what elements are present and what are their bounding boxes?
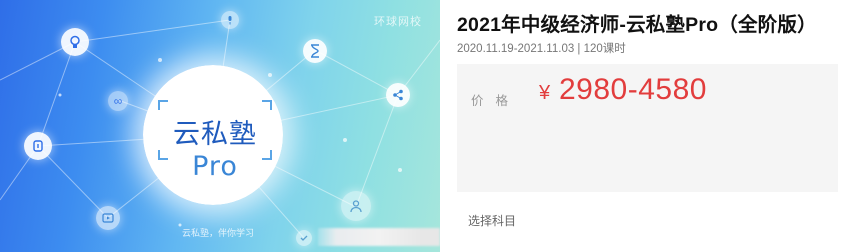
logo-main: 云私塾 <box>173 119 257 150</box>
course-meta: 2020.11.19-2021.11.03 | 120课时 <box>457 43 626 55</box>
logo-bracket-tr <box>262 100 272 110</box>
infinity-icon: ∞ <box>108 91 128 111</box>
hourglass-icon <box>303 39 327 63</box>
price-currency: ¥ <box>539 82 551 104</box>
fingerprint-icon <box>24 132 52 160</box>
banner-watermark: 环球网校 <box>374 16 422 28</box>
logo-tagline: 云私塾，伴你学习 <box>181 228 254 238</box>
select-subject-link[interactable]: 选择科目 <box>468 212 516 229</box>
course-title: 2021年中级经济师-云私塾Pro（全阶版） <box>457 14 817 36</box>
course-cover-image: 环球网校 ∞ 云私塾Pro 云私塾，伴你学习 <box>0 0 440 252</box>
lightbulb-icon <box>61 28 89 56</box>
price-panel: 价格 ¥ 2980-4580 <box>457 64 838 192</box>
price-value: 2980-4580 <box>559 73 707 106</box>
microphone-icon <box>221 11 239 29</box>
logo-bracket-tl <box>158 100 168 110</box>
share-icon <box>386 83 410 107</box>
logo-pro: Pro <box>192 151 238 182</box>
price-label: 价格 <box>471 94 521 108</box>
blurred-watermark <box>318 228 440 246</box>
play-icon <box>96 206 120 230</box>
person-icon <box>341 191 371 221</box>
check-icon <box>296 230 312 246</box>
logo-text: 云私塾Pro <box>156 112 274 182</box>
